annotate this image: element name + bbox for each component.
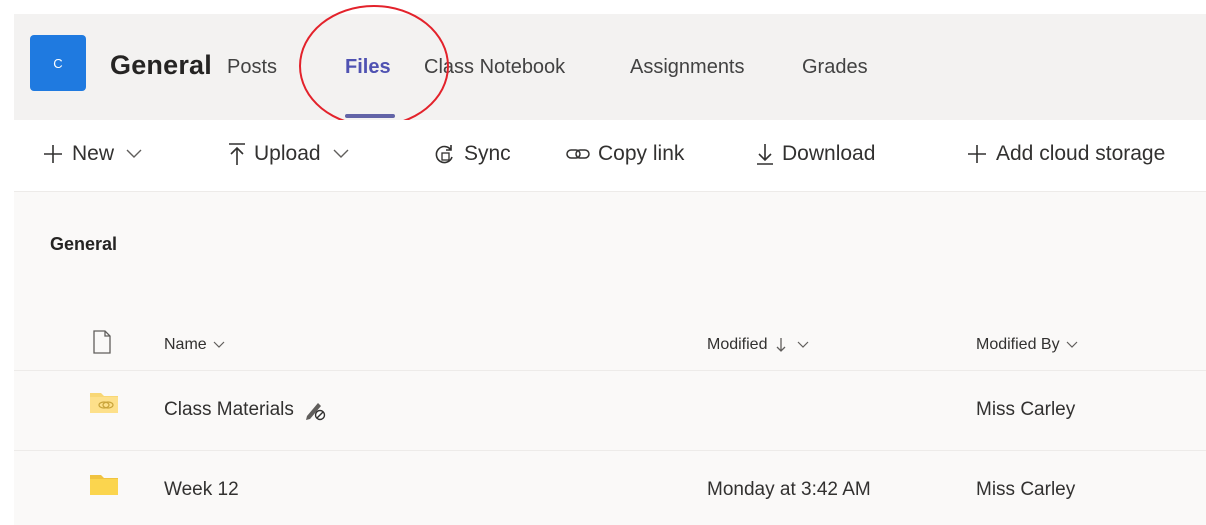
modified-by-cell[interactable]: Miss Carley — [976, 479, 1075, 501]
chevron-down-icon — [126, 149, 142, 159]
column-modified-label: Modified — [707, 336, 768, 353]
copy-link-label: Copy link — [598, 142, 685, 165]
download-button[interactable]: Download — [756, 142, 875, 166]
table-row[interactable]: Week 12 Monday at 3:42 AM Miss Carley — [14, 450, 1206, 525]
tab-posts[interactable]: Posts — [227, 56, 277, 79]
column-modified-by[interactable]: Modified By — [976, 336, 1078, 354]
sync-label: Sync — [464, 142, 511, 165]
channel-header: C General Posts Files Class Notebook Ass… — [14, 14, 1206, 120]
tab-files[interactable]: Files — [345, 56, 391, 79]
new-label: New — [72, 142, 115, 165]
chevron-down-icon — [333, 149, 349, 159]
sync-icon — [432, 142, 456, 166]
blocked-edit-icon — [304, 399, 326, 421]
sort-descending-icon — [775, 337, 787, 353]
team-avatar-letter: C — [53, 55, 63, 71]
folder-icon — [90, 475, 118, 495]
column-modified[interactable]: Modified — [707, 336, 809, 354]
download-label: Download — [782, 142, 876, 165]
plus-icon — [42, 143, 64, 165]
breadcrumb[interactable]: General — [50, 234, 117, 255]
sync-button[interactable]: Sync — [432, 142, 511, 166]
team-avatar[interactable]: C — [30, 35, 86, 91]
add-cloud-storage-button[interactable]: Add cloud storage — [966, 142, 1165, 166]
file-name-cell[interactable]: Week 12 — [164, 479, 239, 501]
upload-button[interactable]: Upload — [228, 142, 349, 166]
command-bar: New Upload Sync Copy link Download Add c… — [14, 120, 1206, 192]
file-name[interactable]: Class Materials — [164, 399, 294, 421]
copy-link-button[interactable]: Copy link — [566, 142, 684, 166]
shared-folder-icon — [90, 391, 118, 413]
upload-icon — [228, 142, 246, 166]
tab-class-notebook[interactable]: Class Notebook — [424, 56, 565, 79]
file-name-cell[interactable]: Class Materials — [164, 399, 326, 421]
plus-icon — [966, 143, 988, 165]
column-name[interactable]: Name — [164, 336, 225, 354]
add-cloud-storage-label: Add cloud storage — [996, 142, 1166, 165]
tab-assignments[interactable]: Assignments — [630, 56, 745, 79]
column-name-label: Name — [164, 336, 207, 353]
channel-title: General — [110, 50, 212, 80]
link-icon — [566, 145, 590, 163]
column-modified-by-label: Modified By — [976, 336, 1060, 353]
new-button[interactable]: New — [42, 142, 142, 166]
modified-by-cell[interactable]: Miss Carley — [976, 399, 1075, 421]
chevron-down-icon — [797, 341, 809, 349]
table-row[interactable]: Class Materials Miss Carley — [14, 370, 1206, 450]
files-pane: General Name Modified Modified By Class … — [14, 192, 1206, 525]
table-header: Name Modified Modified By — [14, 324, 1206, 370]
download-icon — [756, 142, 774, 166]
file-type-icon[interactable] — [92, 330, 112, 354]
file-name[interactable]: Week 12 — [164, 479, 239, 501]
upload-label: Upload — [254, 142, 321, 165]
modified-cell: Monday at 3:42 AM — [707, 479, 871, 500]
chevron-down-icon — [1066, 341, 1078, 349]
active-tab-indicator — [345, 114, 395, 118]
chevron-down-icon — [213, 341, 225, 349]
tab-grades[interactable]: Grades — [802, 56, 868, 79]
